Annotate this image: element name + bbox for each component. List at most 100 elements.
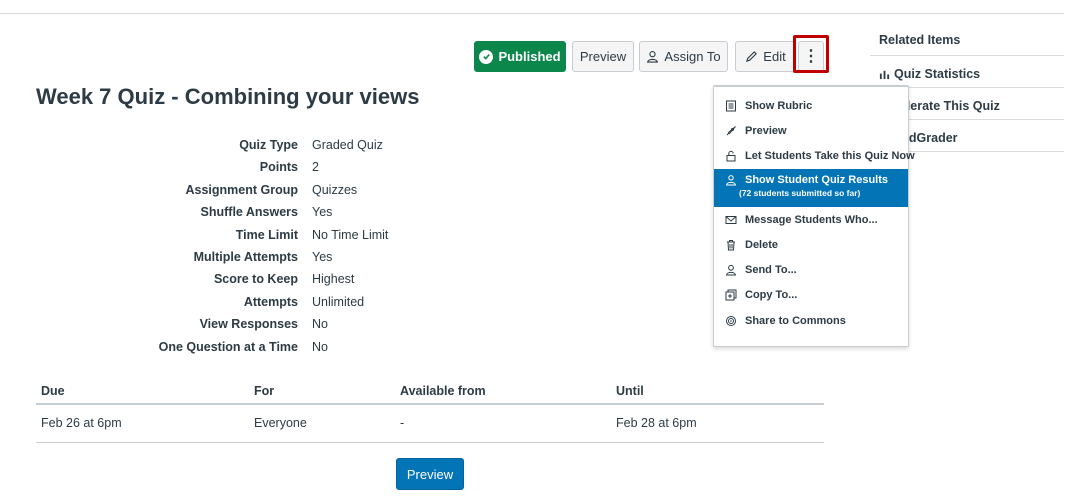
menu-item-text: Preview: [745, 125, 787, 137]
header-available-from: Available from: [400, 384, 486, 398]
menu-item-text: Share to Commons: [745, 315, 846, 327]
edit-button[interactable]: Edit: [735, 41, 796, 72]
published-button[interactable]: Published: [474, 41, 566, 72]
menu-item-label: Preview: [745, 124, 787, 137]
pencil-icon: [745, 50, 758, 63]
bar-chart-icon: [879, 67, 890, 83]
detail-value: Highest: [312, 272, 355, 287]
menu-item-text: Message Students Who...: [745, 214, 878, 226]
menu-item-label: Message Students Who...: [745, 213, 878, 226]
menu-item[interactable]: Copy To...: [714, 283, 908, 308]
menu-item-text: Let Students Take this Quiz Now: [745, 150, 915, 162]
menu-item-sublabel: (72 students submitted so far): [739, 187, 861, 198]
due-for: Everyone: [254, 416, 307, 430]
menu-item-text: Show Student Quiz Results (72 students su…: [739, 173, 889, 198]
detail-label: Time Limit: [235, 227, 298, 242]
available-from: -: [400, 416, 405, 430]
detail-value: Yes: [312, 249, 333, 264]
menu-item[interactable]: Show Rubric: [714, 93, 908, 118]
detail-row: One Question at a Time No: [0, 337, 460, 359]
header-for: For: [254, 384, 275, 398]
quiz-details: Quiz Type Graded Quiz Points 2 Assignment Gr…: [0, 135, 460, 359]
detail-row: Assignment Group Quizzes: [0, 180, 460, 202]
menu-item[interactable]: Delete: [714, 232, 908, 257]
menu-item[interactable]: Share to Commons: [714, 308, 908, 333]
kebab-icon: ⋮: [803, 47, 819, 65]
related-item-quiz-statistics[interactable]: Quiz Statistics: [870, 56, 1064, 88]
detail-value: No: [312, 317, 328, 332]
assign-to-button[interactable]: Assign To: [639, 41, 728, 72]
menu-item[interactable]: Show Student Quiz Results (72 students su…: [714, 168, 908, 207]
rubric-icon: [724, 99, 737, 112]
menu-item-text: Send To...: [745, 264, 797, 276]
detail-value: Graded Quiz: [312, 138, 383, 152]
menu-item-label: Show Student Quiz Results: [745, 173, 889, 186]
detail-row: Attempts Unlimited: [0, 292, 460, 314]
menu-item[interactable]: Preview: [714, 118, 908, 143]
header-until: Until: [616, 384, 644, 398]
detail-label: Score to Keep: [213, 272, 298, 287]
menu-item-label: Show Rubric: [745, 99, 813, 112]
preview-button[interactable]: Preview: [572, 41, 634, 72]
menu-item-label: Let Students Take this Quiz Now: [745, 150, 915, 163]
detail-label: Quiz Type: [239, 138, 298, 152]
preview-label: Preview: [579, 49, 627, 64]
copy-icon: [724, 289, 737, 302]
user-icon: [724, 264, 737, 277]
detail-label: Assignment Group: [185, 182, 298, 197]
related-item-label: oderate This Quiz: [895, 99, 1000, 113]
detail-value: Quizzes: [312, 182, 358, 197]
menu-item-label: Delete: [745, 238, 779, 251]
menu-item-label: Copy To...: [745, 289, 798, 302]
until-date: Feb 28 at 6pm: [616, 416, 697, 430]
trash-icon: [724, 238, 737, 251]
related-items-title: Related Items: [870, 24, 1064, 56]
detail-value: 2: [312, 160, 319, 175]
menu-item-text: Show Rubric: [745, 100, 812, 112]
menu-item[interactable]: Message Students Who...: [714, 207, 908, 232]
due-date: Feb 26 at 6pm: [41, 416, 122, 430]
due-table-header: Due For Available from Until: [36, 377, 824, 405]
detail-row: Score to Keep Highest: [0, 269, 460, 291]
menu-item-text: Delete: [745, 239, 778, 251]
check-icon: [479, 49, 494, 64]
menu-item-label: Send To...: [745, 264, 797, 277]
commons-icon: [724, 314, 737, 327]
table-row: Feb 26 at 6pm Everyone - Feb 28 at 6pm: [36, 405, 824, 443]
due-table: Due For Available from Until Feb 26 at 6…: [36, 377, 824, 443]
more-options-button[interactable]: ⋮: [798, 41, 824, 72]
detail-value: No Time Limit: [312, 227, 389, 242]
user-icon: [646, 50, 659, 63]
related-item-label: Quiz Statistics: [894, 67, 981, 81]
detail-row: Points 2: [0, 157, 460, 179]
detail-row: Shuffle Answers Yes: [0, 202, 460, 224]
detail-label: One Question at a Time: [158, 339, 298, 354]
menu-item-label: Share to Commons: [745, 314, 846, 327]
assign-to-label: Assign To: [664, 49, 721, 64]
detail-label: Shuffle Answers: [200, 205, 298, 220]
unlock-icon: [724, 150, 737, 163]
envelope-icon: [724, 213, 737, 226]
header-due: Due: [41, 384, 65, 398]
detail-value: Unlimited: [312, 294, 365, 309]
menu-item-text: Copy To...: [745, 289, 797, 301]
detail-label: Multiple Attempts: [193, 249, 298, 264]
detail-row: Multiple Attempts Yes: [0, 247, 460, 269]
more-options-menu: Show Rubric Preview Let Students Take this…: [713, 85, 915, 347]
menu-item[interactable]: Let Students Take this Quiz Now: [714, 144, 915, 169]
detail-row: Time Limit No Time Limit: [0, 225, 460, 247]
top-divider: [0, 13, 1064, 14]
detail-label: View Responses: [199, 317, 298, 332]
detail-label: Points: [259, 160, 298, 175]
detail-value: Yes: [312, 205, 333, 220]
menu-item[interactable]: Send To...: [714, 257, 908, 282]
detail-row: Quiz Type Graded Quiz: [0, 135, 460, 157]
preview-bottom-button[interactable]: Preview: [396, 458, 464, 490]
published-label: Published: [498, 49, 561, 64]
users-icon: [724, 174, 737, 187]
rocket-icon: [724, 124, 737, 137]
page-title: Week 7 Quiz - Combining your views: [36, 84, 420, 109]
edit-label: Edit: [763, 49, 786, 64]
detail-row: View Responses No: [0, 314, 460, 336]
detail-value: No: [312, 339, 328, 354]
